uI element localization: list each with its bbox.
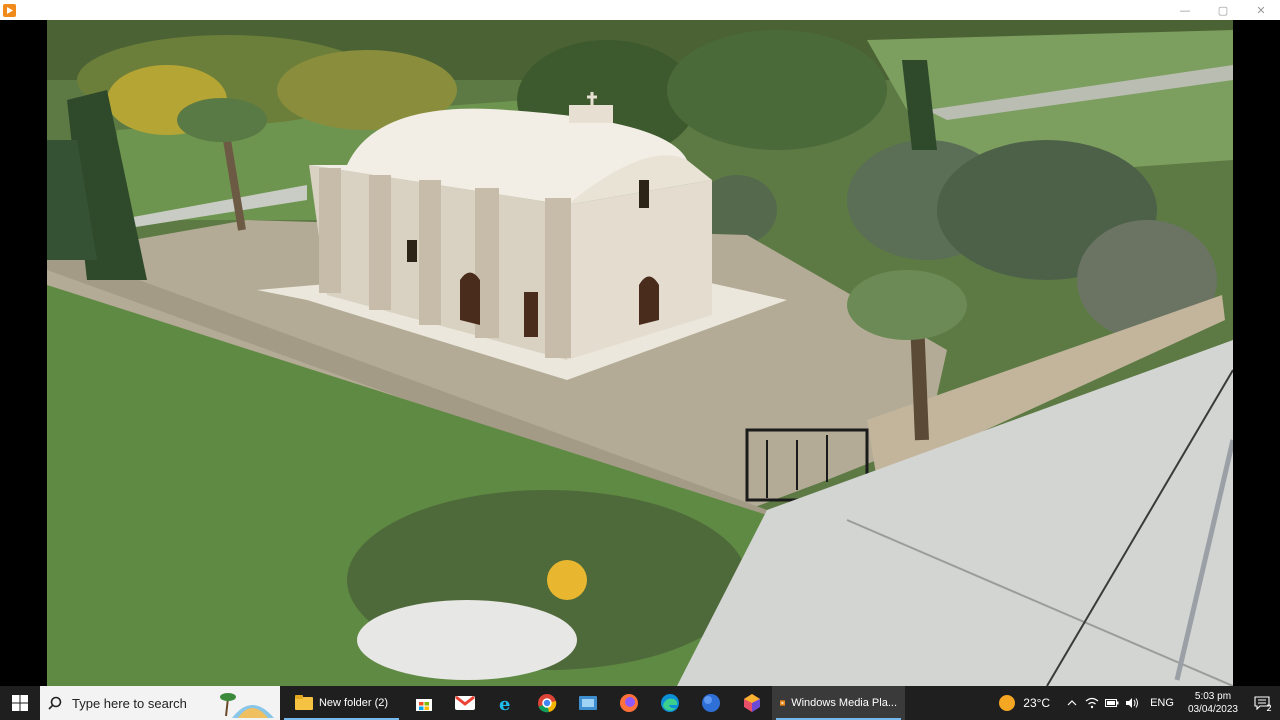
globe-icon <box>701 694 720 712</box>
search-highlight-image <box>218 688 276 718</box>
wifi-icon <box>1085 697 1099 709</box>
battery-button[interactable] <box>1102 686 1122 720</box>
show-hidden-icons-button[interactable] <box>1062 686 1082 720</box>
notification-center-button[interactable]: 2 <box>1244 686 1280 720</box>
taskbar-edge[interactable] <box>649 686 690 720</box>
maximize-button[interactable]: ▢ <box>1204 0 1242 20</box>
taskbar-firefox[interactable] <box>608 686 649 720</box>
weather-widget[interactable]: 23°C <box>999 695 1050 711</box>
taskbar-search-box[interactable]: Type here to search <box>40 686 280 720</box>
store-icon <box>415 699 432 711</box>
video-scene <box>47 20 1233 686</box>
taskbar: Type here to search New folder (2) e Win… <box>0 686 1280 720</box>
taskbar-windows-media-player-label: Windows Media Pla... <box>791 697 897 709</box>
media-player-app-icon <box>3 3 16 17</box>
title-bar: — ▢ ✕ <box>0 0 1280 20</box>
firefox-icon <box>619 694 638 712</box>
chrome-icon <box>537 694 556 713</box>
clock[interactable]: 5:03 pm 03/04/2023 <box>1188 690 1238 716</box>
search-placeholder: Type here to search <box>72 695 187 711</box>
taskbar-earth[interactable] <box>690 686 731 720</box>
battery-icon <box>1105 699 1119 707</box>
internet-explorer-icon: e <box>499 694 510 713</box>
close-button[interactable]: ✕ <box>1242 0 1280 20</box>
media-player-icon <box>780 700 786 706</box>
network-button[interactable] <box>1082 686 1102 720</box>
input-language-indicator[interactable]: ENG <box>1150 697 1174 709</box>
taskbar-gmail[interactable] <box>444 686 485 720</box>
window-controls: — ▢ ✕ <box>1166 0 1280 20</box>
sun-icon <box>999 695 1016 711</box>
notification-count: 2 <box>1266 704 1272 714</box>
taskbar-file-explorer-label: New folder (2) <box>318 697 389 709</box>
video-frame[interactable] <box>47 20 1233 686</box>
taskbar-chrome[interactable] <box>526 686 567 720</box>
start-button[interactable] <box>0 686 40 720</box>
windows-logo-icon <box>12 695 28 711</box>
chevron-up-icon <box>1067 700 1077 706</box>
speaker-icon <box>1126 698 1139 708</box>
weather-temperature: 23°C <box>1023 696 1051 710</box>
taskbar-internet-explorer[interactable]: e <box>485 686 526 720</box>
search-icon <box>48 696 62 710</box>
system-tray: 23°C ENG 5:03 pm 03/04/2023 2 <box>999 686 1280 720</box>
svg-text:e: e <box>499 694 510 713</box>
clock-time: 5:03 pm <box>1194 691 1232 702</box>
gmail-icon <box>454 695 475 710</box>
folder-icon <box>294 695 313 710</box>
clock-date: 03/04/2023 <box>1187 704 1238 715</box>
taskbar-paint-3d[interactable] <box>731 686 772 720</box>
minimize-button[interactable]: — <box>1166 0 1204 20</box>
taskbar-microsoft-store[interactable] <box>403 686 444 720</box>
photos-icon <box>578 696 597 710</box>
video-area[interactable] <box>0 20 1280 686</box>
volume-button[interactable] <box>1122 686 1142 720</box>
edge-icon <box>660 694 679 712</box>
taskbar-windows-media-player[interactable]: Windows Media Pla... <box>772 686 905 720</box>
paint-3d-icon <box>743 694 760 712</box>
taskbar-photos[interactable] <box>567 686 608 720</box>
taskbar-file-explorer[interactable]: New folder (2) <box>280 686 403 720</box>
